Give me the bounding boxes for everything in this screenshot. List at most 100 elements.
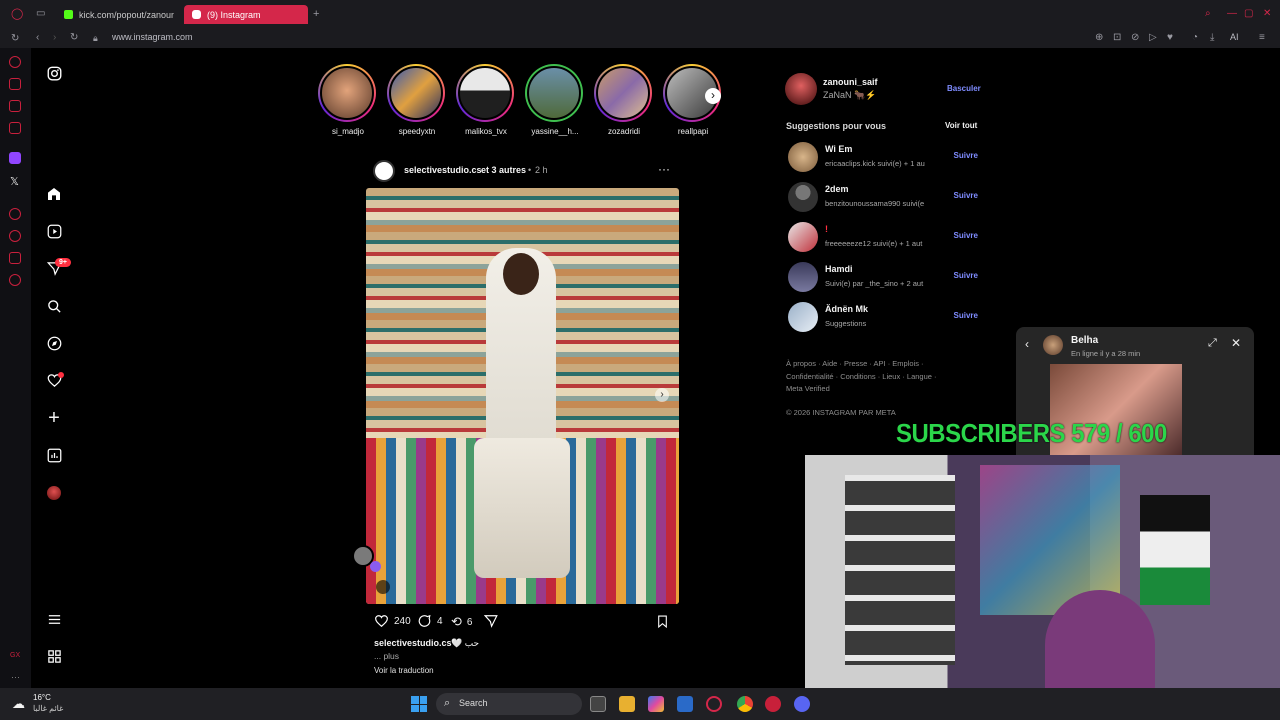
close-window-icon[interactable]: ✕ — [1263, 9, 1271, 19]
tagged-users-icon[interactable] — [376, 580, 390, 594]
extensions-icon[interactable] — [9, 252, 21, 264]
follow-button[interactable]: Suivre — [954, 311, 978, 320]
suggestion-name[interactable]: ! — [825, 224, 828, 234]
app-icon[interactable] — [765, 696, 781, 712]
chat-close-icon[interactable]: ✕ — [1231, 336, 1241, 350]
repost-icon[interactable]: ⟲ — [451, 614, 462, 630]
heart-bookmarks-icon[interactable]: ♥ — [1167, 33, 1173, 43]
player-icon[interactable]: ▷ — [1149, 33, 1157, 43]
ai-icon[interactable] — [9, 56, 21, 68]
suggestion-avatar[interactable] — [788, 262, 818, 292]
player-sidebar-icon[interactable] — [9, 122, 21, 134]
settings-icon[interactable] — [9, 274, 21, 286]
caption-user[interactable]: selectivestudio.cs — [374, 638, 452, 648]
see-all-link[interactable]: Voir tout — [945, 121, 977, 130]
more-icon[interactable]: ··· — [11, 672, 20, 682]
opera-gx-taskbar-icon[interactable] — [706, 696, 722, 712]
clock-icon[interactable] — [9, 230, 21, 242]
tab-kick[interactable]: kick.com/popout/zanoun — [56, 5, 174, 24]
file-explorer-icon[interactable] — [619, 696, 635, 712]
download-icon[interactable]: ⤓ — [1210, 33, 1214, 43]
suggestion-name[interactable]: 2dem — [825, 184, 849, 194]
save-action[interactable] — [656, 614, 669, 629]
share-icon[interactable] — [484, 614, 498, 628]
repost-action[interactable]: ⟲ 6 — [451, 614, 472, 630]
suggestion-item[interactable]: ! freeeeeeze12 suivi(e) + 1 aut Suivre — [788, 222, 978, 252]
workspaces-icon[interactable]: ▭ — [36, 9, 45, 19]
store-icon[interactable] — [677, 696, 693, 712]
reload-sidebar-icon[interactable]: ↻ — [11, 34, 19, 44]
snapshot-icon[interactable]: ⊡ — [1113, 33, 1121, 43]
discord-icon[interactable] — [794, 696, 810, 712]
twitch-icon[interactable] — [9, 152, 21, 164]
footer-line[interactable]: Confidentialité · Conditions · Lieux · L… — [786, 371, 937, 384]
chrome-icon[interactable] — [737, 696, 753, 712]
chat-name[interactable]: Belha — [1071, 335, 1098, 346]
threads-apps-icon[interactable] — [44, 646, 64, 666]
adblock-icon[interactable]: ⊘ — [1131, 33, 1139, 43]
bookmark-page-icon[interactable]: ⊕ — [1095, 33, 1103, 43]
footer-links[interactable]: À propos · Aide · Presse · API · Emplois… — [786, 358, 937, 396]
suggestion-avatar[interactable] — [788, 182, 818, 212]
suggestion-avatar[interactable] — [788, 302, 818, 332]
story-item[interactable]: yassine__h... — [525, 64, 585, 136]
post-image[interactable]: › — [366, 188, 679, 604]
shop-icon[interactable] — [9, 78, 21, 90]
current-username[interactable]: zanouni_saif — [823, 77, 878, 87]
post-author-name[interactable]: selectivestudio.cs — [404, 165, 482, 175]
weather-desc[interactable]: غائم غالبا — [33, 704, 63, 713]
post-author-avatar[interactable] — [373, 160, 395, 182]
suggestion-item[interactable]: Ädnën Mk Suggestions Suivre — [788, 302, 978, 332]
explore-icon[interactable] — [44, 333, 64, 353]
share-action[interactable] — [484, 614, 498, 628]
menu-icon[interactable]: ≡ — [1259, 33, 1265, 43]
expand-icon[interactable]: ⤢ — [1208, 337, 1217, 350]
suggestion-item[interactable]: Wi Em ericaaclips.kick suivi(e) + 1 au S… — [788, 142, 978, 172]
home-icon[interactable] — [44, 184, 64, 204]
translate-link[interactable]: Voir la traduction — [374, 666, 434, 675]
tab-instagram[interactable]: (9) Instagram — [184, 5, 308, 24]
create-icon[interactable]: + — [44, 407, 64, 429]
more-menu-icon[interactable] — [44, 609, 64, 629]
copilot-icon[interactable] — [648, 696, 664, 712]
url-field[interactable]: www.instagram.com — [112, 32, 193, 42]
post-coauthors[interactable]: et 3 autres — [481, 165, 526, 175]
profile-avatar[interactable] — [44, 483, 64, 503]
follow-button[interactable]: Suivre — [954, 151, 978, 160]
post-options-icon[interactable]: ··· — [658, 162, 670, 176]
story-item[interactable]: si_madjo — [318, 64, 378, 136]
start-icon[interactable] — [411, 696, 427, 712]
like-icon[interactable] — [374, 614, 389, 628]
current-user-avatar[interactable] — [785, 73, 817, 105]
suggestion-name[interactable]: Ädnën Mk — [825, 304, 868, 314]
messenger-icon[interactable] — [9, 100, 21, 112]
chat-back-icon[interactable]: ‹ — [1025, 337, 1029, 351]
opera-logo-icon[interactable]: ◯ — [11, 9, 23, 20]
story-item[interactable]: speedyxtn — [387, 64, 447, 136]
stories-next-button[interactable]: › — [705, 88, 721, 104]
search-tabs-icon[interactable]: ⌕ — [1205, 9, 1211, 19]
account-icon[interactable]: ◔ — [1192, 33, 1198, 43]
taskbar-search[interactable]: ⌕ Search — [436, 693, 582, 715]
reload-icon[interactable]: ↻ — [70, 33, 78, 43]
weather-icon[interactable]: ☁ — [12, 696, 25, 712]
footer-line[interactable]: Meta Verified — [786, 383, 937, 396]
suggestion-name[interactable]: Wi Em — [825, 144, 852, 154]
suggestion-item[interactable]: 2dem benzitounoussama990 suivi(e Suivre — [788, 182, 978, 212]
maximize-icon[interactable]: ▢ — [1244, 9, 1253, 19]
x-twitter-icon[interactable]: 𝕏 — [10, 175, 19, 188]
minimize-icon[interactable]: — — [1227, 9, 1237, 19]
instagram-logo-icon[interactable] — [44, 63, 64, 83]
back-icon[interactable]: ‹ — [36, 33, 39, 43]
carousel-next-button[interactable]: › — [655, 388, 669, 402]
follow-button[interactable]: Suivre — [954, 271, 978, 280]
forward-icon[interactable]: › — [53, 33, 56, 43]
comment-icon[interactable] — [417, 614, 432, 628]
task-view-icon[interactable] — [590, 696, 606, 712]
switch-account-link[interactable]: Basculer — [947, 84, 981, 93]
comment-action[interactable]: 4 — [417, 614, 443, 628]
suggestion-avatar[interactable] — [788, 222, 818, 252]
follow-button[interactable]: Suivre — [954, 231, 978, 240]
suggestion-name[interactable]: Hamdi — [825, 264, 853, 274]
suggestion-avatar[interactable] — [788, 142, 818, 172]
